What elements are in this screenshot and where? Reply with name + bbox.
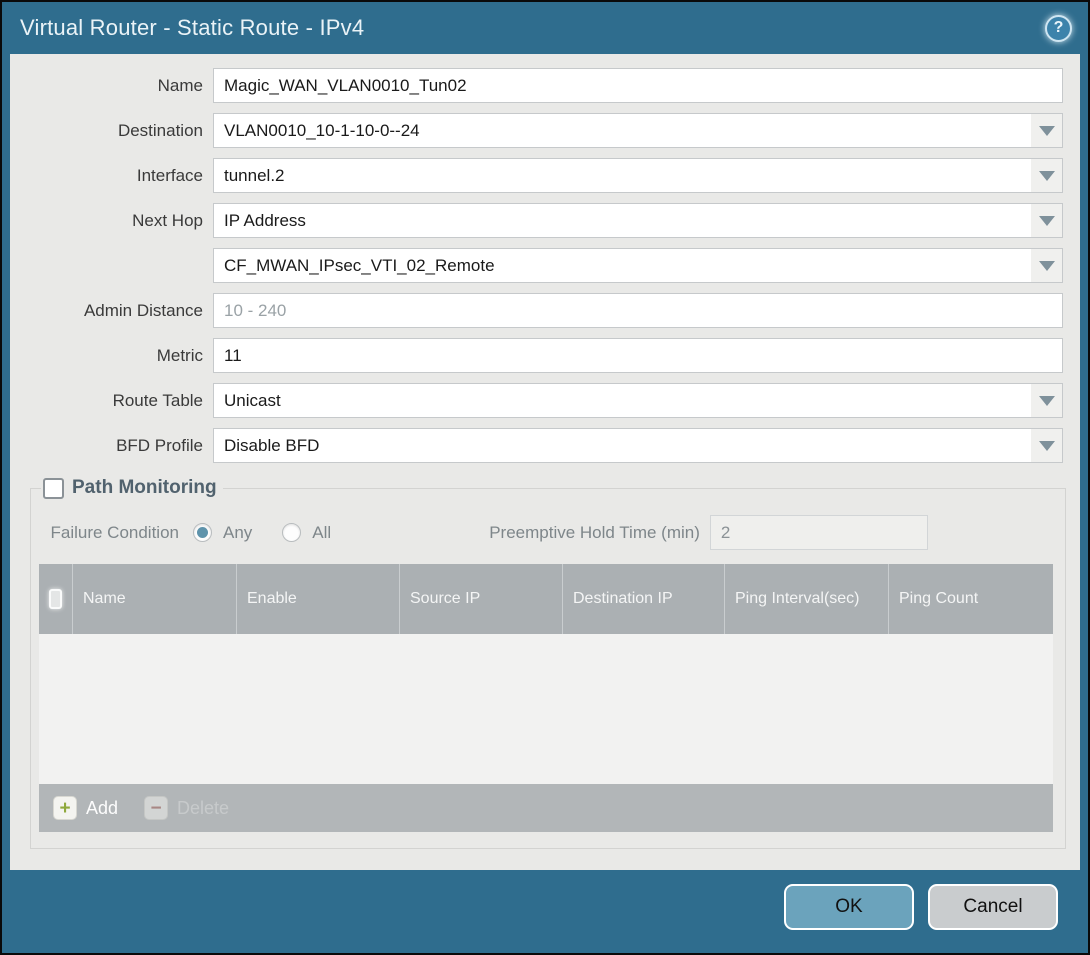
metric-row: Metric — [10, 338, 1080, 373]
radio-all-icon — [282, 523, 301, 542]
dialog-title: Virtual Router - Static Route - IPv4 — [20, 15, 364, 41]
dialog-titlebar: Virtual Router - Static Route - IPv4 ? — [2, 2, 1088, 54]
table-header-ping-interval[interactable]: Ping Interval(sec) — [725, 564, 889, 634]
route-table-label: Route Table — [10, 391, 213, 411]
dropdown-arrow-icon — [1039, 171, 1055, 181]
destination-input[interactable] — [213, 113, 1063, 148]
dropdown-arrow-icon — [1039, 396, 1055, 406]
destination-dropdown-button[interactable] — [1031, 114, 1062, 147]
radio-any-label: Any — [223, 523, 252, 543]
delete-minus-icon: − — [144, 796, 168, 820]
table-header-name[interactable]: Name — [73, 564, 237, 634]
select-all-checkbox[interactable] — [49, 589, 62, 609]
path-monitoring-title: Path Monitoring — [72, 477, 217, 499]
interface-dropdown-button[interactable] — [1031, 159, 1062, 192]
failure-condition-label: Failure Condition — [43, 523, 193, 543]
route-table-combobox — [213, 383, 1063, 418]
dropdown-arrow-icon — [1039, 261, 1055, 271]
path-monitoring-checkbox[interactable] — [43, 478, 64, 499]
table-header-row: Name Enable Source IP Destination IP Pin… — [39, 564, 1053, 634]
bfd-profile-input[interactable] — [213, 428, 1063, 463]
name-label: Name — [10, 76, 213, 96]
failure-condition-any-option[interactable]: Any — [193, 523, 252, 543]
path-monitoring-table: Name Enable Source IP Destination IP Pin… — [39, 564, 1053, 832]
name-row: Name — [10, 68, 1080, 103]
route-table-row: Route Table — [10, 383, 1080, 418]
name-fieldwrap — [213, 68, 1063, 103]
route-table-dropdown-button[interactable] — [1031, 384, 1062, 417]
table-header-enable[interactable]: Enable — [237, 564, 400, 634]
next-hop-type-input[interactable] — [213, 203, 1063, 238]
next-hop-dropdown-button[interactable] — [1031, 204, 1062, 237]
radio-all-label: All — [312, 523, 331, 543]
static-route-dialog: Virtual Router - Static Route - IPv4 ? N… — [0, 0, 1090, 955]
table-toolbar: + Add − Delete — [39, 784, 1053, 832]
failure-condition-all-option[interactable]: All — [282, 523, 331, 543]
path-monitoring-legend: Path Monitoring — [41, 477, 223, 499]
admin-distance-fieldwrap — [213, 293, 1063, 328]
admin-distance-label: Admin Distance — [10, 301, 213, 321]
next-hop-combobox — [213, 203, 1063, 238]
interface-label: Interface — [10, 166, 213, 186]
admin-distance-row: Admin Distance — [10, 293, 1080, 328]
next-hop-label: Next Hop — [10, 211, 213, 231]
table-header-ping-count[interactable]: Ping Count — [889, 564, 1053, 634]
interface-combobox — [213, 158, 1063, 193]
admin-distance-input[interactable] — [213, 293, 1063, 328]
bfd-profile-label: BFD Profile — [10, 436, 213, 456]
metric-label: Metric — [10, 346, 213, 366]
failure-condition-row: Failure Condition Any All Preemptive Hol… — [43, 515, 1053, 550]
bfd-profile-row: BFD Profile — [10, 428, 1080, 463]
preemptive-hold-time-input[interactable] — [710, 515, 928, 550]
path-monitoring-section: Path Monitoring Failure Condition Any Al… — [30, 477, 1066, 849]
dropdown-arrow-icon — [1039, 441, 1055, 451]
preemptive-hold-time-label: Preemptive Hold Time (min) — [489, 523, 710, 543]
dialog-body: Name Destination Interface — [10, 54, 1080, 870]
radio-any-icon — [193, 523, 212, 542]
dropdown-arrow-icon — [1039, 126, 1055, 136]
destination-combobox — [213, 113, 1063, 148]
table-header-select-all — [39, 564, 73, 634]
add-button[interactable]: + Add — [53, 796, 118, 820]
destination-label: Destination — [10, 121, 213, 141]
interface-input[interactable] — [213, 158, 1063, 193]
cancel-button[interactable]: Cancel — [928, 884, 1058, 930]
table-body-empty — [39, 634, 1053, 784]
next-hop-row: Next Hop — [10, 203, 1080, 238]
bfd-profile-combobox — [213, 428, 1063, 463]
dialog-footer: OK Cancel — [2, 870, 1088, 955]
dropdown-arrow-icon — [1039, 216, 1055, 226]
add-plus-icon: + — [53, 796, 77, 820]
table-header-source-ip[interactable]: Source IP — [400, 564, 563, 634]
next-hop-address-row — [10, 248, 1080, 283]
metric-input[interactable] — [213, 338, 1063, 373]
route-table-input[interactable] — [213, 383, 1063, 418]
table-header-destination-ip[interactable]: Destination IP — [563, 564, 725, 634]
help-icon[interactable]: ? — [1045, 15, 1072, 42]
ok-button[interactable]: OK — [784, 884, 914, 930]
delete-button-label: Delete — [177, 798, 229, 819]
delete-button[interactable]: − Delete — [144, 796, 229, 820]
add-button-label: Add — [86, 798, 118, 819]
interface-row: Interface — [10, 158, 1080, 193]
metric-fieldwrap — [213, 338, 1063, 373]
next-hop-address-dropdown-button[interactable] — [1031, 249, 1062, 282]
bfd-profile-dropdown-button[interactable] — [1031, 429, 1062, 462]
name-input[interactable] — [213, 68, 1063, 103]
destination-row: Destination — [10, 113, 1080, 148]
next-hop-address-combobox — [213, 248, 1063, 283]
next-hop-address-input[interactable] — [213, 248, 1063, 283]
